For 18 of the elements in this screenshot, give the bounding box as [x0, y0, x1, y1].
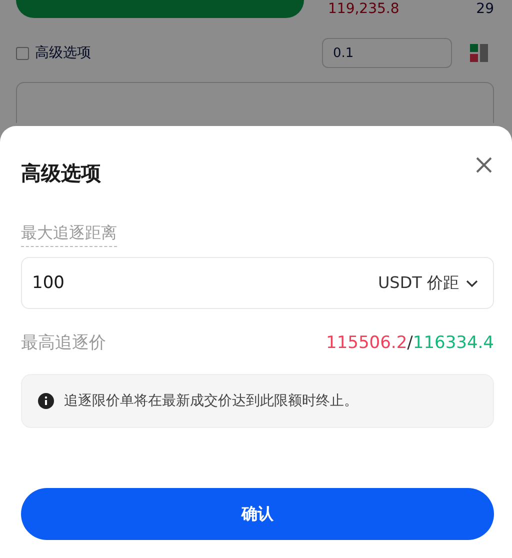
high-price: 116334.4	[412, 332, 494, 352]
max-price-label: 最高追逐价	[21, 332, 106, 354]
buy-button[interactable]	[16, 0, 304, 18]
low-price: 115506.2	[326, 332, 408, 352]
info-icon	[38, 393, 54, 409]
notice-text: 追逐限价单将在最新成交价达到此限额时终止。	[64, 392, 358, 410]
unit-dropdown[interactable]: USDT 价距	[378, 272, 479, 294]
close-button[interactable]	[474, 154, 494, 174]
price-separator: /	[407, 332, 413, 352]
step-select[interactable]: 0.1	[322, 38, 452, 68]
checkbox-label: 高级选项	[35, 44, 91, 62]
confirm-button[interactable]: 确认	[21, 488, 494, 540]
distance-field[interactable]: 100 USDT 价距	[21, 257, 494, 309]
price-text: 119,235.8	[328, 1, 400, 17]
amount-text: 29	[476, 1, 494, 17]
sheet-title: 高级选项	[21, 160, 101, 187]
checkbox[interactable]	[16, 46, 29, 60]
field-label: 最大追逐距离	[21, 223, 117, 247]
